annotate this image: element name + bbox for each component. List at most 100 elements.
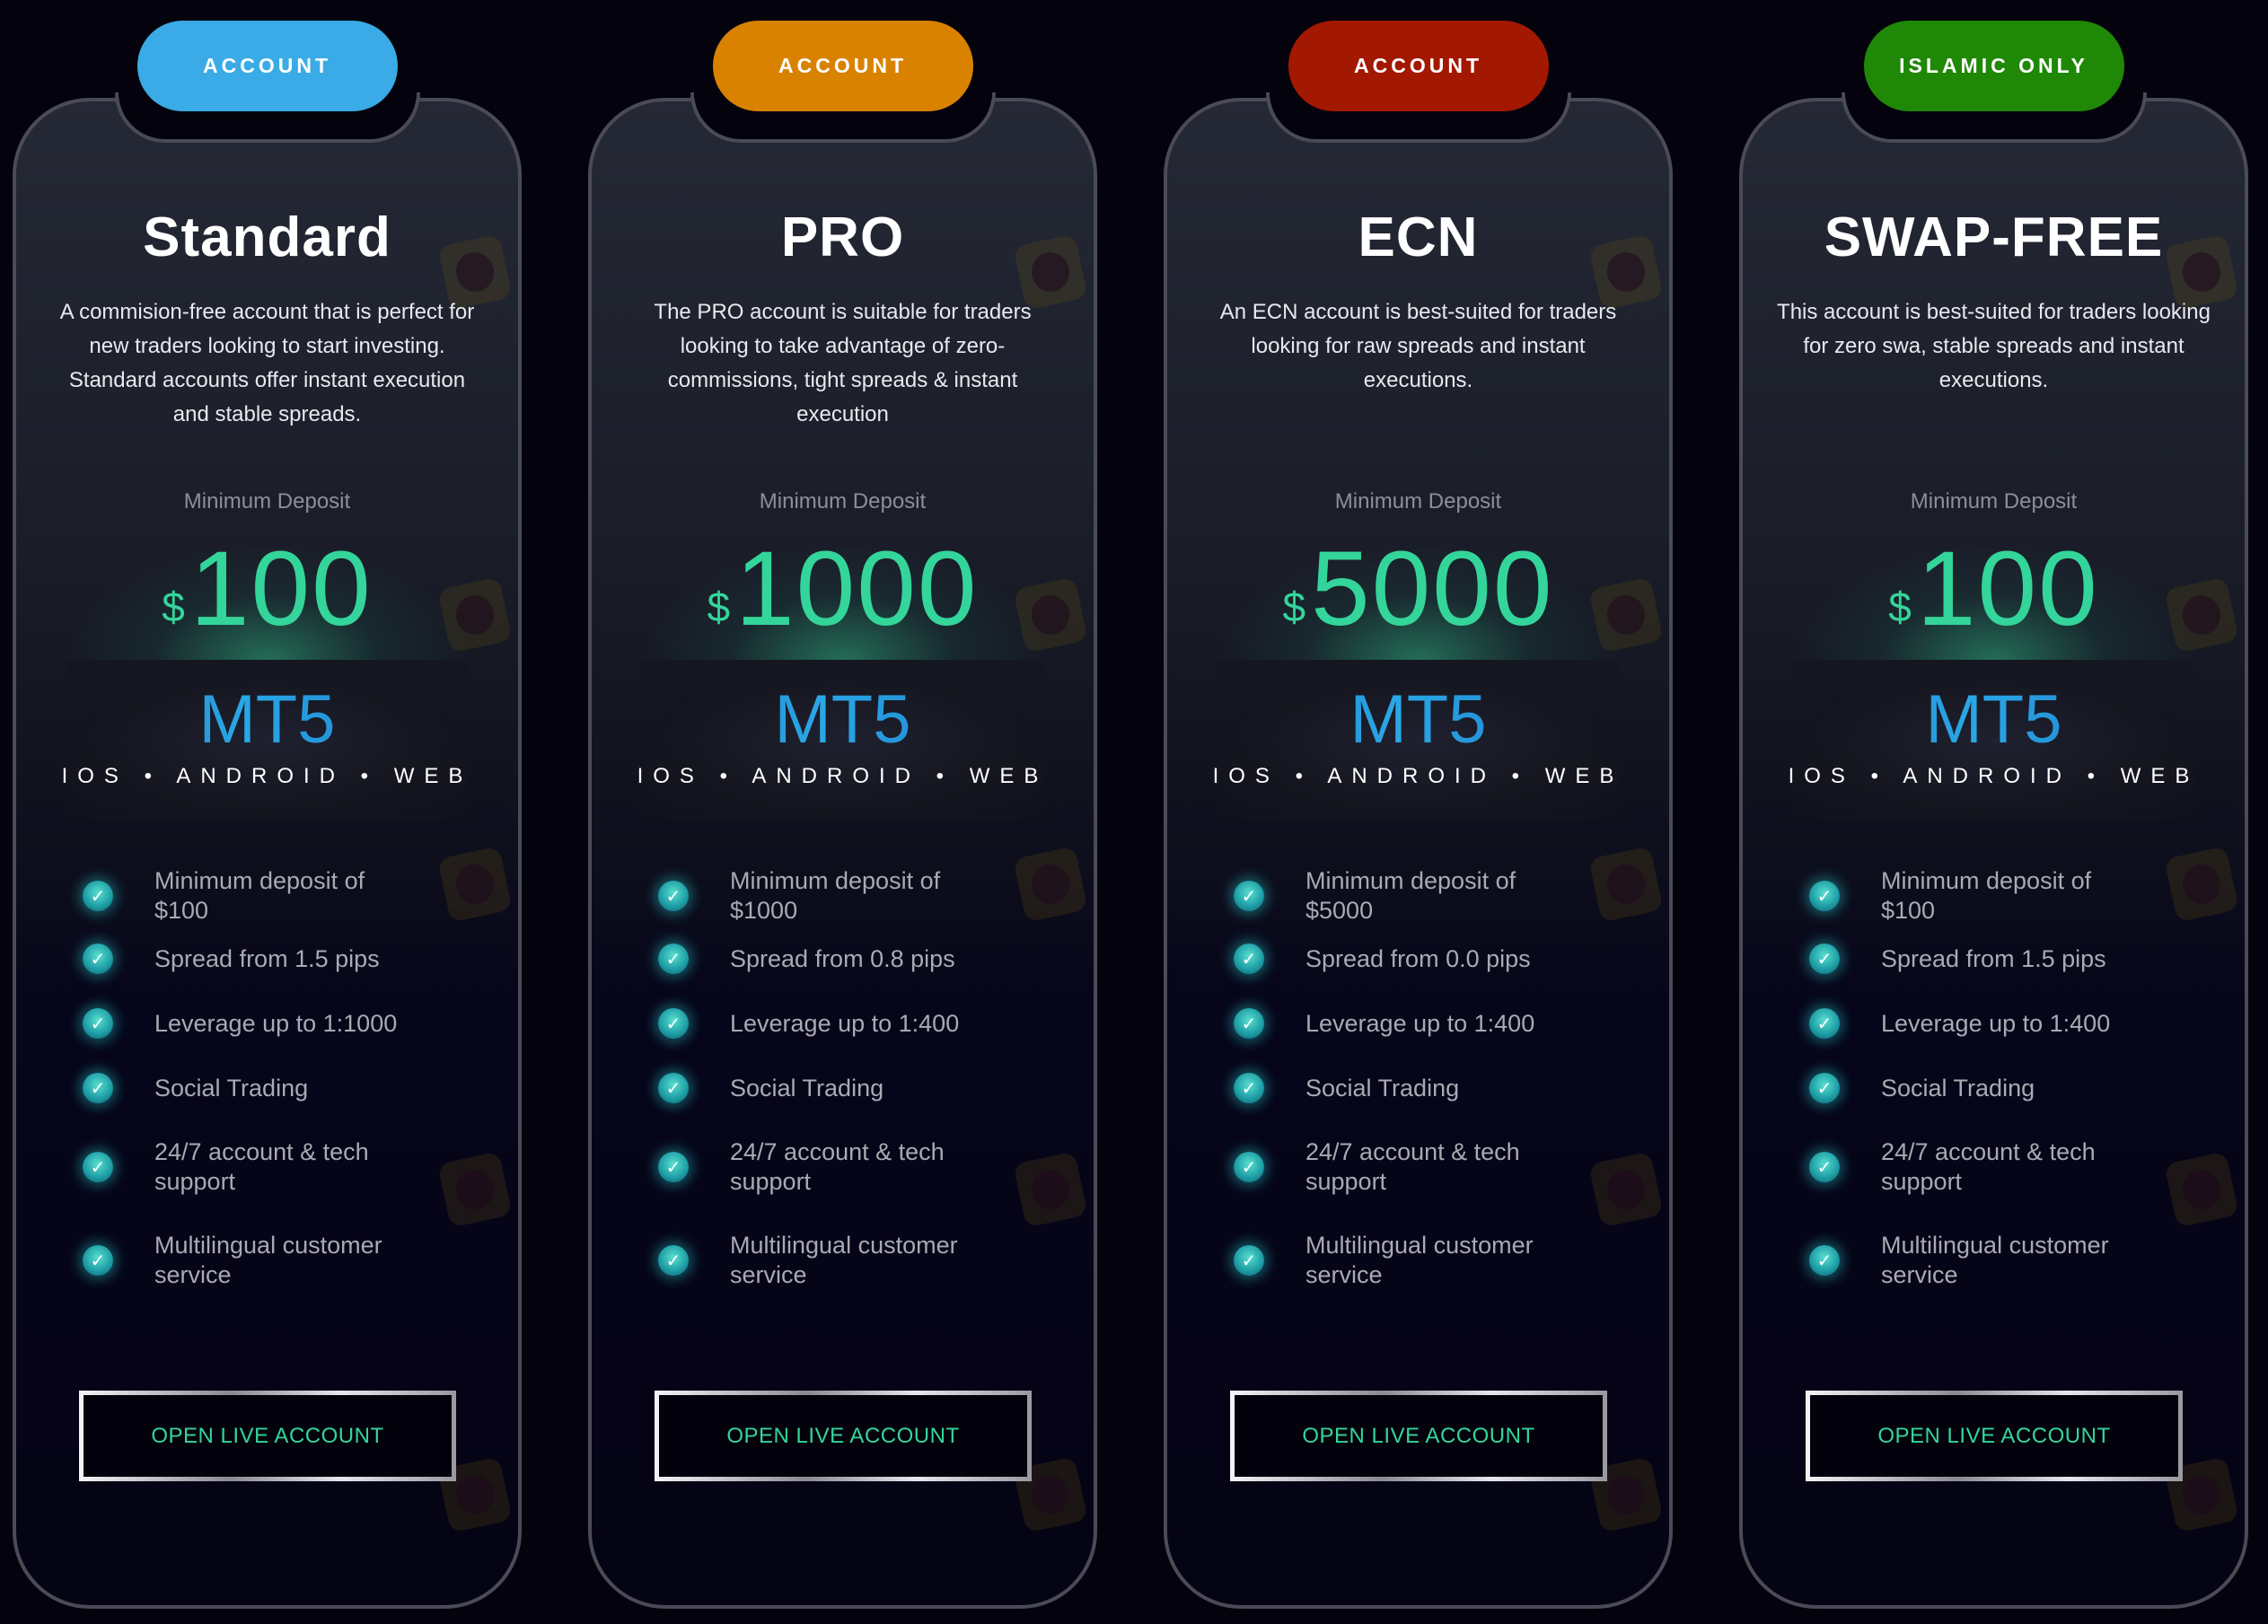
feature-text: Minimum deposit of $5000 <box>1305 867 1516 924</box>
minimum-deposit-price: $100 <box>1739 522 2248 656</box>
feature-item: ✓ Multilingual customer service <box>1773 1231 2221 1290</box>
feature-item: ✓ Spread from 1.5 pips <box>47 944 495 974</box>
check-icon: ✓ <box>1234 881 1264 911</box>
check-icon: ✓ <box>658 1152 689 1182</box>
check-icon: ✓ <box>1809 1245 1840 1276</box>
minimum-deposit-label: Minimum Deposit <box>759 489 927 514</box>
feature-item: ✓ Spread from 0.0 pips <box>1198 944 1646 974</box>
check-icon: ✓ <box>1234 1245 1264 1276</box>
check-icon: ✓ <box>1234 944 1264 974</box>
card-title: SWAP-FREE <box>1824 206 2164 268</box>
feature-text: Social Trading <box>730 1074 884 1102</box>
open-live-account-button[interactable]: OPEN LIVE ACCOUNT <box>1230 1391 1607 1481</box>
feature-text: Leverage up to 1:400 <box>1305 1009 1535 1037</box>
account-card-ecn: ACCOUNT ECN An ECN account is best-suite… <box>1164 21 1673 1609</box>
card-title: ECN <box>1358 206 1479 268</box>
feature-item: ✓ Minimum deposit of $5000 <box>1198 866 1646 926</box>
feature-item: ✓ Leverage up to 1:400 <box>1773 1008 2221 1039</box>
minimum-deposit-label: Minimum Deposit <box>1910 489 2078 514</box>
feature-text: Social Trading <box>1881 1074 2035 1102</box>
check-icon: ✓ <box>658 1245 689 1276</box>
card-title: Standard <box>143 206 391 268</box>
check-icon: ✓ <box>1234 1073 1264 1103</box>
minimum-deposit-price: $1000 <box>588 522 1097 656</box>
currency-symbol: $ <box>1888 584 1912 630</box>
account-type-badge[interactable]: ACCOUNT <box>712 21 973 111</box>
platform-list: IOS • ANDROID • WEB <box>637 764 1049 788</box>
check-icon: ✓ <box>658 1008 689 1039</box>
feature-text: Leverage up to 1:1000 <box>154 1009 398 1037</box>
feature-text: Minimum deposit of $1000 <box>730 867 941 924</box>
check-icon: ✓ <box>83 944 113 974</box>
feature-item: ✓ Social Trading <box>47 1073 495 1103</box>
feature-text: Spread from 0.0 pips <box>1305 944 1531 972</box>
feature-item: ✓ Minimum deposit of $1000 <box>622 866 1070 926</box>
feature-item: ✓ Spread from 0.8 pips <box>622 944 1070 974</box>
feature-item: ✓ 24/7 account & tech support <box>1198 1137 1646 1197</box>
card-title: PRO <box>780 206 905 268</box>
feature-text: Leverage up to 1:400 <box>1881 1009 2111 1037</box>
account-type-badge[interactable]: ACCOUNT <box>1288 21 1549 111</box>
deposit-amount: 5000 <box>1311 530 1554 648</box>
feature-text: 24/7 account & tech support <box>154 1138 369 1195</box>
platform-name: MT5 <box>1739 680 2248 760</box>
account-card-standard: ACCOUNT Standard A commision-free accoun… <box>13 21 522 1609</box>
check-icon: ✓ <box>1809 1008 1840 1039</box>
feature-text: Minimum deposit of $100 <box>1881 867 2092 924</box>
feature-text: 24/7 account & tech support <box>1881 1138 2096 1195</box>
feature-item: ✓ Multilingual customer service <box>622 1231 1070 1290</box>
feature-text: Multilingual customer service <box>154 1232 382 1288</box>
feature-item: ✓ Leverage up to 1:400 <box>1198 1008 1646 1039</box>
check-icon: ✓ <box>83 1008 113 1039</box>
card-description: The PRO account is suitable for traders … <box>654 300 1032 426</box>
platform-list: IOS • ANDROID • WEB <box>1212 764 1624 788</box>
feature-text: Minimum deposit of $100 <box>154 867 365 924</box>
check-icon: ✓ <box>1809 881 1840 911</box>
minimum-deposit-label: Minimum Deposit <box>1334 489 1502 514</box>
card-description: This account is best-suited for traders … <box>1777 300 2211 392</box>
feature-text: 24/7 account & tech support <box>730 1138 945 1195</box>
check-icon: ✓ <box>658 881 689 911</box>
open-live-account-button[interactable]: OPEN LIVE ACCOUNT <box>655 1391 1032 1481</box>
check-icon: ✓ <box>1809 1073 1840 1103</box>
minimum-deposit-price: $5000 <box>1164 522 1673 656</box>
platform-list: IOS • ANDROID • WEB <box>61 764 473 788</box>
feature-item: ✓ 24/7 account & tech support <box>622 1137 1070 1197</box>
feature-item: ✓ Minimum deposit of $100 <box>47 866 495 926</box>
feature-text: Multilingual customer service <box>1305 1232 1534 1288</box>
card-description: A commision-free account that is perfect… <box>59 300 475 426</box>
minimum-deposit-price: $100 <box>13 522 522 656</box>
feature-text: Spread from 1.5 pips <box>1881 944 2106 972</box>
feature-item: ✓ Minimum deposit of $100 <box>1773 866 2221 926</box>
check-icon: ✓ <box>83 881 113 911</box>
feature-text: Social Trading <box>154 1074 309 1102</box>
account-card-pro: ACCOUNT PRO The PRO account is suitable … <box>588 21 1097 1609</box>
deposit-amount: 100 <box>189 530 373 648</box>
feature-text: Multilingual customer service <box>730 1232 958 1288</box>
platform-list: IOS • ANDROID • WEB <box>1788 764 2200 788</box>
account-type-badge[interactable]: ISLAMIC ONLY <box>1863 21 2124 111</box>
feature-text: Multilingual customer service <box>1881 1232 2109 1288</box>
check-icon: ✓ <box>658 944 689 974</box>
feature-item: ✓ Social Trading <box>1773 1073 2221 1103</box>
platform-name: MT5 <box>13 680 522 760</box>
check-icon: ✓ <box>1809 1152 1840 1182</box>
check-icon: ✓ <box>1234 1152 1264 1182</box>
feature-item: ✓ 24/7 account & tech support <box>1773 1137 2221 1197</box>
check-icon: ✓ <box>1234 1008 1264 1039</box>
feature-item: ✓ Social Trading <box>1198 1073 1646 1103</box>
minimum-deposit-label: Minimum Deposit <box>183 489 351 514</box>
feature-text: Spread from 1.5 pips <box>154 944 380 972</box>
platform-name: MT5 <box>588 680 1097 760</box>
open-live-account-button[interactable]: OPEN LIVE ACCOUNT <box>79 1391 456 1481</box>
feature-text: Social Trading <box>1305 1074 1460 1102</box>
currency-symbol: $ <box>707 584 731 630</box>
check-icon: ✓ <box>1809 944 1840 974</box>
check-icon: ✓ <box>658 1073 689 1103</box>
feature-text: Spread from 0.8 pips <box>730 944 955 972</box>
currency-symbol: $ <box>162 584 185 630</box>
feature-item: ✓ Social Trading <box>622 1073 1070 1103</box>
feature-text: 24/7 account & tech support <box>1305 1138 1520 1195</box>
open-live-account-button[interactable]: OPEN LIVE ACCOUNT <box>1806 1391 2183 1481</box>
account-type-badge[interactable]: ACCOUNT <box>136 21 398 111</box>
